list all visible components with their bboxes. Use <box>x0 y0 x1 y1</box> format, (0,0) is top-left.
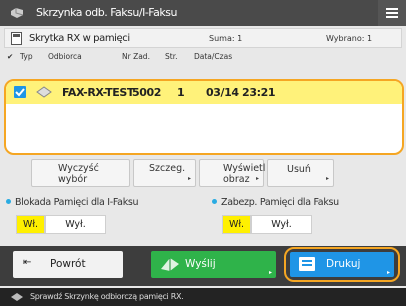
print-button[interactable]: Drukuj ▸ <box>290 252 394 277</box>
row-datetime: 03/14 23:21 <box>206 86 276 99</box>
expand-arrow-icon: ▸ <box>386 269 390 276</box>
row-sender: FAX-RX-TEST <box>62 86 134 99</box>
title-bar: Skrzynka odb. Faksu/I-Faksu <box>0 0 406 26</box>
send-button[interactable]: Wyślij ▸ <box>151 251 276 278</box>
print-button-focus[interactable]: Drukuj ▸ <box>284 247 400 282</box>
fax-lock-on-toggle[interactable]: Wł. <box>222 215 251 234</box>
print-icon <box>299 257 315 271</box>
bullet-icon <box>6 199 11 204</box>
ifax-lock-on-toggle[interactable]: Wł. <box>16 215 45 234</box>
table-row[interactable]: FAX-RX-TEST 5002 1 03/14 23:21 <box>6 81 402 104</box>
status-message: Sprawdź Skrzynkę odbiorczą pamięci RX. <box>30 292 184 301</box>
storage-selector[interactable]: Skrytka RX w pamięci Suma: 1 Wybrano: 1 <box>4 28 402 48</box>
fax-status-icon <box>11 293 23 301</box>
menu-button[interactable] <box>378 0 406 26</box>
storage-label: Skrytka RX w pamięci <box>29 33 130 44</box>
fax-lock-label-row: Zabezp. Pamięci dla Faksu <box>212 197 339 208</box>
back-button[interactable]: ⇤ Powrót <box>13 251 123 278</box>
col-job[interactable]: Nr Zad. <box>122 52 150 61</box>
fax-type-icon <box>36 86 52 98</box>
col-datetime[interactable]: Data/Czas <box>194 52 232 61</box>
status-bar: Sprawdź Skrzynkę odbiorczą pamięci RX. <box>0 288 406 306</box>
ifax-lock-label: Blokada Pamięci dla I-Faksu <box>15 197 139 208</box>
col-type[interactable]: Typ <box>20 52 33 61</box>
col-sender[interactable]: Odbiorca <box>48 52 82 61</box>
delete-button[interactable]: Usuń ▸ <box>267 159 334 187</box>
total-count: Suma: 1 <box>209 34 243 43</box>
selected-doc-icon <box>14 86 26 98</box>
bullet-icon <box>212 199 217 204</box>
back-arrow-icon: ⇤ <box>23 257 32 268</box>
view-image-button[interactable]: Wyświetl obraz ▸ <box>199 159 265 187</box>
col-pages[interactable]: Str. <box>165 52 177 61</box>
send-icon <box>161 258 179 271</box>
clear-selection-button[interactable]: Wyczyść wybór <box>31 159 130 187</box>
document-list[interactable]: FAX-RX-TEST 5002 1 03/14 23:21 <box>4 79 404 155</box>
sort-check-icon[interactable]: ✔ <box>7 52 13 61</box>
column-headers: ✔ Typ Odbiorca Nr Zad. Str. Data/Czas <box>4 50 402 64</box>
expand-arrow-icon: ▸ <box>187 175 191 182</box>
ifax-lock-off-toggle[interactable]: Wył. <box>45 215 106 234</box>
expand-arrow-icon: ▸ <box>325 175 329 182</box>
fax-lock-label: Zabezp. Pamięci dla Faksu <box>221 197 339 208</box>
window-title: Skrzynka odb. Faksu/I-Faksu <box>36 6 177 19</box>
expand-arrow-icon: ▸ <box>268 269 272 276</box>
fax-lock-off-toggle[interactable]: Wył. <box>251 215 312 234</box>
expand-arrow-icon: ▸ <box>255 175 259 182</box>
fax-inbox-icon <box>11 8 24 18</box>
row-pages: 1 <box>177 86 185 99</box>
details-button[interactable]: Szczeg. ▸ <box>133 159 196 187</box>
memory-box-icon <box>11 32 22 45</box>
ifax-lock-label-row: Blokada Pamięci dla I-Faksu <box>6 197 139 208</box>
row-job: 5002 <box>132 86 162 99</box>
selected-count: Wybrano: 1 <box>326 34 373 43</box>
